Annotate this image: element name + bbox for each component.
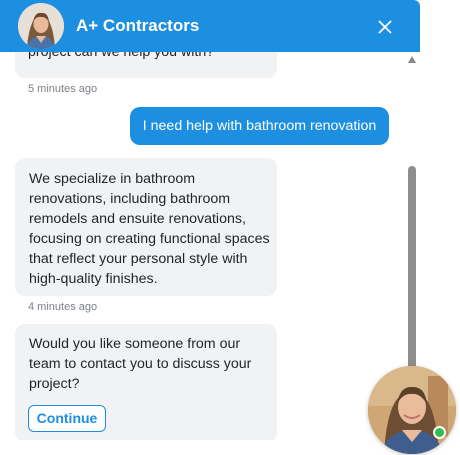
message-line: that reflect your personal style with: [29, 251, 248, 267]
chat-header: A+ Contractors: [0, 0, 420, 52]
message-line: project can we help you with?: [28, 52, 215, 60]
message-line: project?: [29, 376, 80, 392]
agent-message: We specialize in bathroom renovations, i…: [15, 158, 277, 296]
close-icon: [378, 20, 392, 34]
message-line: remodels and ensuite renovations,: [29, 211, 246, 227]
agent-message: Would you like someone from our team to …: [15, 324, 277, 440]
agent-avatar: [18, 3, 64, 49]
online-status-indicator: [433, 426, 446, 439]
user-message: I need help with bathroom renovation: [130, 107, 389, 145]
message-line: team to contact you to discuss your: [29, 356, 252, 372]
message-line: high-quality finishes.: [29, 271, 158, 287]
message-line: Would you like someone from our: [29, 336, 241, 352]
close-button[interactable]: [372, 14, 398, 40]
chat-window: A+ Contractors project can we help you w…: [0, 0, 420, 440]
continue-button[interactable]: Continue: [28, 405, 106, 432]
message-line: renovations, including bathroom: [29, 191, 231, 207]
message-line: We specialize in bathroom: [29, 171, 196, 187]
message-timestamp: 4 minutes ago: [28, 301, 98, 313]
message-list: project can we help you with? 5 minutes …: [0, 52, 404, 440]
message-timestamp: 5 minutes ago: [28, 83, 98, 95]
scroll-up-arrow-icon[interactable]: [408, 56, 416, 63]
agent-avatar: [368, 366, 456, 454]
message-line: focusing on creating functional spaces: [29, 231, 270, 247]
agent-message: project can we help you with?: [15, 52, 277, 78]
chat-title: A+ Contractors: [76, 16, 200, 35]
chat-launcher-button[interactable]: [368, 366, 456, 454]
